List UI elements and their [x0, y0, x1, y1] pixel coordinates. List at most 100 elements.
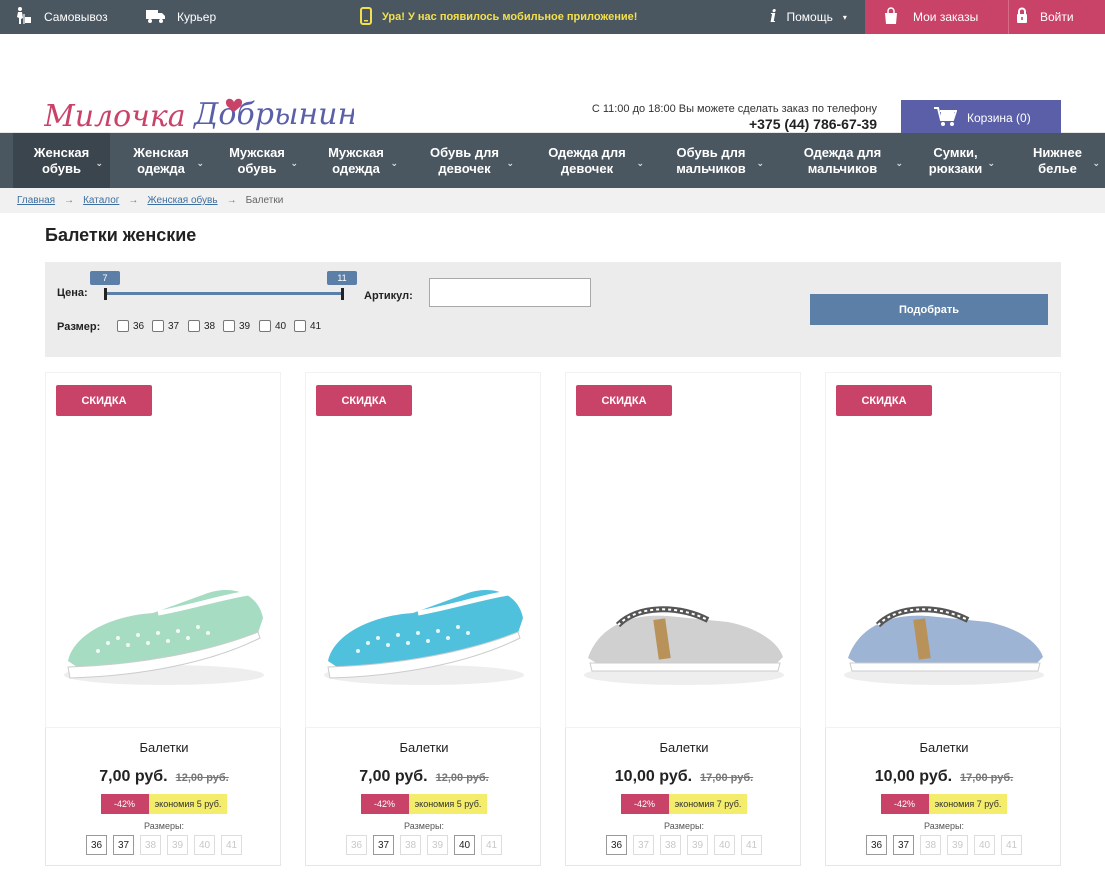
- size-option-37[interactable]: 37: [893, 835, 914, 855]
- nav-item-men-shoes[interactable]: Мужская обувь ⌄: [213, 133, 301, 188]
- nav-item-women-clothes[interactable]: Женская одежда ⌄: [115, 133, 207, 188]
- size-option-41: 41: [741, 835, 762, 855]
- checkbox[interactable]: [152, 320, 164, 332]
- breadcrumb-home[interactable]: Главная: [17, 195, 55, 206]
- sizes-label: Размеры:: [924, 821, 964, 831]
- checkbox[interactable]: [188, 320, 200, 332]
- product-name[interactable]: Балетки: [306, 740, 542, 755]
- nav-item-girls-clothes[interactable]: Одежда для девочек ⌄: [527, 133, 647, 188]
- size-option-37: 37: [633, 835, 654, 855]
- nav-item-underwear[interactable]: Нижнее белье ⌄: [1010, 133, 1105, 188]
- mobile-app-promo[interactable]: Ура! У нас появилось мобильное приложени…: [360, 0, 637, 34]
- product-name[interactable]: Балетки: [566, 740, 802, 755]
- product-image-area[interactable]: СКИДКА: [565, 372, 801, 728]
- cart-icon: [933, 106, 958, 131]
- sale-badge: СКИДКА: [56, 385, 152, 416]
- help-menu[interactable]: i Помощь ▾: [770, 0, 847, 34]
- nav-item-girls-shoes[interactable]: Обувь для девочек ⌄: [412, 133, 517, 188]
- phone-number[interactable]: +375 (44) 786-67-39: [592, 116, 877, 132]
- cart-button[interactable]: Корзина (0): [901, 100, 1061, 136]
- product-name[interactable]: Балетки: [826, 740, 1062, 755]
- product-image-area[interactable]: СКИДКА: [825, 372, 1061, 728]
- product-price: 7,00 руб. 12,00 руб.: [46, 768, 282, 786]
- size-option-36[interactable]: 36: [86, 835, 107, 855]
- size-checkbox-41[interactable]: 41: [294, 320, 321, 332]
- price-max-value: 11: [327, 271, 357, 285]
- phone-note: С 11:00 до 18:00 Вы можете сделать заказ…: [591, 103, 877, 115]
- product-image[interactable]: [578, 563, 790, 693]
- product-info: Балетки 10,00 руб. 17,00 руб. -42% эконо…: [825, 728, 1061, 866]
- price-slider[interactable]: [105, 292, 343, 295]
- product-card[interactable]: СКИДКА Балетки 7,00 руб. 12,00 руб. -42%…: [305, 372, 541, 866]
- courier-label: Курьер: [177, 10, 217, 24]
- old-price: 12,00 руб.: [175, 772, 229, 784]
- product-info: Балетки 7,00 руб. 12,00 руб. -42% эконом…: [305, 728, 541, 866]
- svg-text:Милочка: Милочка: [44, 99, 186, 134]
- product-image[interactable]: [58, 563, 270, 693]
- nav-item-bags[interactable]: Сумки, рюкзаки ⌄: [913, 133, 998, 188]
- product-card[interactable]: СКИДКА Балетки 10,00 руб. 17,00 руб. -42…: [825, 372, 1061, 866]
- size-checkbox-37[interactable]: 37: [152, 320, 179, 332]
- saving-amount: экономия 7 руб.: [668, 794, 748, 814]
- size-option-38: 38: [660, 835, 681, 855]
- size-option-37[interactable]: 37: [113, 835, 134, 855]
- nav-item-boys-shoes[interactable]: Обувь для мальчиков ⌄: [655, 133, 767, 188]
- cart-label: Корзина (0): [967, 111, 1031, 125]
- phone-icon: [360, 6, 372, 28]
- sale-badge: СКИДКА: [576, 385, 672, 416]
- article-input[interactable]: [429, 278, 591, 307]
- discount-badges: -42% экономия 7 руб.: [566, 794, 802, 814]
- product-image[interactable]: [838, 563, 1050, 693]
- product-card[interactable]: СКИДКА Балетки 7,00 руб. 12,00 руб. -42%…: [45, 372, 281, 866]
- product-image[interactable]: [318, 563, 530, 693]
- checkbox[interactable]: [117, 320, 129, 332]
- chevron-down-icon: ⌄: [987, 158, 995, 168]
- price-max-handle[interactable]: [341, 288, 344, 300]
- current-price: 7,00 руб.: [359, 768, 428, 785]
- breadcrumb-current: Балетки: [245, 195, 284, 206]
- size-checkbox-38[interactable]: 38: [188, 320, 215, 332]
- my-orders-link[interactable]: Мои заказы: [865, 0, 1008, 34]
- size-option-41: 41: [1001, 835, 1022, 855]
- checkbox[interactable]: [294, 320, 306, 332]
- size-option-39: 39: [947, 835, 968, 855]
- size-checkbox-40[interactable]: 40: [259, 320, 286, 332]
- lock-icon: [1016, 7, 1028, 27]
- price-min-handle[interactable]: [104, 288, 107, 300]
- breadcrumb-category[interactable]: Женская обувь: [147, 195, 217, 206]
- pickup-link[interactable]: Самовывоз: [14, 0, 108, 34]
- product-image-area[interactable]: СКИДКА: [45, 372, 281, 728]
- size-option-37[interactable]: 37: [373, 835, 394, 855]
- checkbox[interactable]: [223, 320, 235, 332]
- chevron-down-icon: ⌄: [390, 158, 398, 168]
- product-card[interactable]: СКИДКА Балетки 10,00 руб. 17,00 руб. -42…: [565, 372, 801, 866]
- nav-item-men-clothes[interactable]: Мужская одежда ⌄: [311, 133, 401, 188]
- nav-item-boys-clothes[interactable]: Одежда для мальчиков ⌄: [779, 133, 906, 188]
- product-price: 7,00 руб. 12,00 руб.: [306, 768, 542, 786]
- login-link[interactable]: Войти: [1008, 0, 1105, 34]
- size-option-40: 40: [194, 835, 215, 855]
- product-image-area[interactable]: СКИДКА: [305, 372, 541, 728]
- chevron-down-icon: ⌄: [636, 158, 644, 168]
- size-options: 36 37 38 39 40 41: [46, 835, 282, 855]
- checkbox[interactable]: [259, 320, 271, 332]
- size-label: Размер:: [57, 321, 101, 333]
- size-options: 36 37 38 39 40 41: [566, 835, 802, 855]
- size-checkbox-39[interactable]: 39: [223, 320, 250, 332]
- breadcrumb-catalog[interactable]: Каталог: [83, 195, 119, 206]
- current-price: 7,00 руб.: [99, 768, 168, 785]
- filter-submit-button[interactable]: Подобрать: [810, 294, 1048, 325]
- product-price: 10,00 руб. 17,00 руб.: [826, 768, 1062, 786]
- size-option-36[interactable]: 36: [606, 835, 627, 855]
- chevron-down-icon: ⌄: [196, 158, 204, 168]
- size-option-36[interactable]: 36: [866, 835, 887, 855]
- sale-badge: СКИДКА: [836, 385, 932, 416]
- sizes-label: Размеры:: [664, 821, 704, 831]
- chevron-down-icon: ⌄: [895, 158, 903, 168]
- product-name[interactable]: Балетки: [46, 740, 282, 755]
- nav-item-women-shoes[interactable]: Женская обувь ⌄: [13, 133, 110, 188]
- courier-link[interactable]: Курьер: [145, 0, 216, 34]
- size-checkbox-36[interactable]: 36: [117, 320, 144, 332]
- saving-amount: экономия 5 руб.: [148, 794, 228, 814]
- size-option-40[interactable]: 40: [454, 835, 475, 855]
